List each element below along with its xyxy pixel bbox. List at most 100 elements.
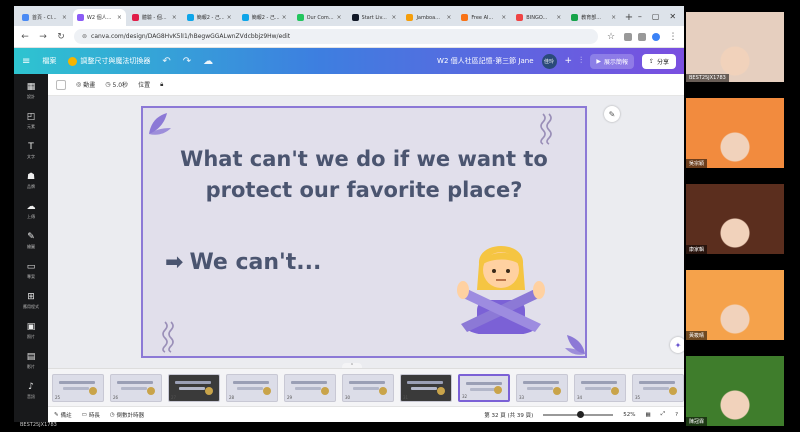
zoom-value[interactable]: 52% (623, 412, 635, 418)
participant-video-tile[interactable]: BEST25JX1783 (686, 12, 784, 82)
url-field[interactable]: ⊚ canva.com/design/DAG8HvK5lI1/hBegwGGAL… (74, 29, 598, 44)
browser-menu-icon[interactable]: ⋮ (668, 32, 678, 42)
reload-icon[interactable]: ↻ (56, 32, 66, 42)
rail-item-photos[interactable]: ▣ 照片 (27, 322, 36, 340)
redo-icon[interactable]: ↷ (183, 56, 191, 67)
thumbnail-strip: 252627282930313233343536 (48, 368, 684, 406)
rail-item-design[interactable]: ▦ 設計 (27, 82, 36, 100)
forward-icon[interactable]: → (38, 32, 48, 42)
browser-tab[interactable]: 簡報2 - 己... × (237, 9, 291, 26)
fullscreen-icon[interactable]: ⤢ (661, 411, 665, 418)
notes-label: 備註 (60, 412, 72, 419)
rail-item-elements[interactable]: ◰ 元素 (27, 112, 36, 130)
animate-button[interactable]: ◎ 動畫 (76, 80, 95, 89)
file-menu[interactable]: 檔案 (42, 56, 56, 66)
resize-button[interactable]: 調整尺寸與魔法切換器 (68, 56, 150, 66)
browser-tab[interactable]: Our Com... × (292, 9, 346, 26)
tab-close-icon[interactable]: × (611, 14, 616, 21)
tab-close-icon[interactable]: × (62, 14, 67, 21)
help-icon[interactable]: ? (675, 412, 678, 418)
slide-thumbnail[interactable]: 25 (52, 373, 104, 402)
share-button[interactable]: ⇪ 分享 (641, 53, 676, 69)
browser-tab[interactable]: 體驗 - 個... × (127, 9, 181, 26)
browser-tab[interactable]: Jamboa... × (402, 9, 456, 26)
maximize-icon[interactable]: ▢ (652, 12, 660, 21)
lock-icon[interactable]: 🔒︎ (160, 81, 163, 89)
slide-canvas[interactable]: What can't we do if we want to protect o… (141, 106, 587, 358)
slide-thumbnail[interactable]: 30 (342, 373, 394, 402)
grid-view-icon[interactable]: ▦ (645, 412, 650, 418)
main-menu-icon[interactable]: ≡ (22, 56, 30, 67)
participant-video-tile[interactable]: 康家輯 (686, 184, 784, 254)
tab-close-icon[interactable]: × (501, 14, 506, 21)
extension-icon[interactable] (652, 32, 660, 41)
rail-item-text[interactable]: T 文字 (27, 142, 35, 160)
tab-close-icon[interactable]: × (227, 14, 232, 21)
avatar[interactable]: 佳玲 (541, 53, 557, 69)
present-button[interactable]: ▶ 展示簡報 (590, 53, 634, 69)
slide-thumbnail[interactable]: 29 (284, 373, 336, 402)
tab-close-icon[interactable]: × (446, 14, 451, 21)
slide-thumbnail[interactable]: 33 (516, 373, 568, 402)
extension-icon[interactable] (624, 32, 632, 41)
browser-tab[interactable]: 首頁 - Cl... × (18, 9, 71, 26)
back-icon[interactable]: ← (20, 32, 30, 42)
slide-thumbnail[interactable]: 35 (632, 373, 684, 402)
participant-video-tile[interactable]: 陳冠霖 (686, 356, 784, 426)
timing-button[interactable]: ◷ 5.0秒 (105, 80, 128, 89)
participant-video-tile[interactable]: 黃筱晴 (686, 270, 784, 340)
rail-item-videos[interactable]: ▤ 影片 (27, 352, 36, 370)
slide-thumbnail[interactable]: 31 (400, 373, 452, 402)
browser-tab[interactable]: 簡報2 - 己... × (182, 9, 236, 26)
thumbnail-image (263, 386, 271, 395)
page-indicator[interactable]: 第 32 頁 (共 39 頁) (484, 411, 533, 419)
browser-tab[interactable]: W2 個人... × (72, 9, 126, 26)
rail-item-audio[interactable]: ♪ 音訊 (27, 382, 35, 400)
add-collaborator-icon[interactable]: + (565, 56, 573, 66)
tab-close-icon[interactable]: × (172, 14, 177, 21)
participant-video-tile[interactable]: 吳宗穎 (686, 98, 784, 168)
browser-tab[interactable]: Start Liv... × (347, 9, 401, 26)
slide-thumbnail[interactable]: 34 (574, 373, 626, 402)
timer-label: 倒數計時器 (116, 412, 145, 419)
stats-icon[interactable]: ⫶ (580, 56, 582, 66)
add-comment-icon[interactable]: ✎ (604, 106, 620, 122)
new-tab-icon[interactable]: + (622, 9, 636, 26)
tab-close-icon[interactable]: × (391, 14, 396, 21)
position-button[interactable]: 位置 (138, 80, 150, 89)
rail-item-draw[interactable]: ✎ 繪圖 (27, 232, 35, 250)
minimize-icon[interactable]: – (638, 12, 642, 21)
magic-assistant-icon[interactable]: ✦ (670, 337, 684, 353)
slide-thumbnail[interactable]: 32 (458, 373, 510, 402)
tab-close-icon[interactable]: × (337, 14, 342, 21)
document-title[interactable]: W2 個人社區記憶-第三節 Jane (437, 56, 533, 66)
timer-button[interactable]: ◷ 倒數計時器 (110, 411, 144, 419)
close-window-icon[interactable]: ✕ (669, 12, 676, 21)
rail-item-brand[interactable]: ☗ 品牌 (27, 172, 35, 190)
rail-item-label: 應用程式 (23, 304, 39, 309)
notes-button[interactable]: ✎ 備註 (54, 411, 72, 419)
zoom-slider-knob[interactable] (577, 410, 585, 418)
rail-item-label: 繪圖 (27, 244, 35, 249)
tab-close-icon[interactable]: × (556, 14, 561, 21)
slide-thumbnail[interactable]: 26 (110, 373, 162, 402)
browser-tab[interactable]: 教育部... × (567, 9, 621, 26)
design-icon: ▦ (26, 82, 36, 92)
browser-tab[interactable]: Free AI... × (457, 9, 511, 26)
browser-tab[interactable]: BINGO... × (512, 9, 566, 26)
undo-icon[interactable]: ↶ (162, 56, 170, 67)
slide-thumbnail[interactable]: 27 (168, 373, 220, 402)
site-info-icon[interactable]: ⊚ (82, 33, 87, 40)
bookmark-star-icon[interactable]: ☆ (606, 32, 616, 42)
color-picker-swatch[interactable] (56, 79, 66, 90)
arrow-icon: ➡ (165, 250, 184, 275)
rail-item-apps[interactable]: ⊞ 應用程式 (23, 292, 39, 310)
zoom-slider[interactable] (543, 410, 614, 418)
rail-item-uploads[interactable]: ☁ 上傳 (27, 202, 36, 220)
extension-icon[interactable] (638, 32, 646, 41)
duration-button[interactable]: ▭ 時長 (82, 411, 100, 419)
slide-thumbnail[interactable]: 28 (226, 373, 278, 402)
tab-close-icon[interactable]: × (282, 14, 287, 21)
rail-item-projects[interactable]: ▭ 專案 (27, 262, 36, 280)
tab-close-icon[interactable]: × (117, 14, 122, 21)
